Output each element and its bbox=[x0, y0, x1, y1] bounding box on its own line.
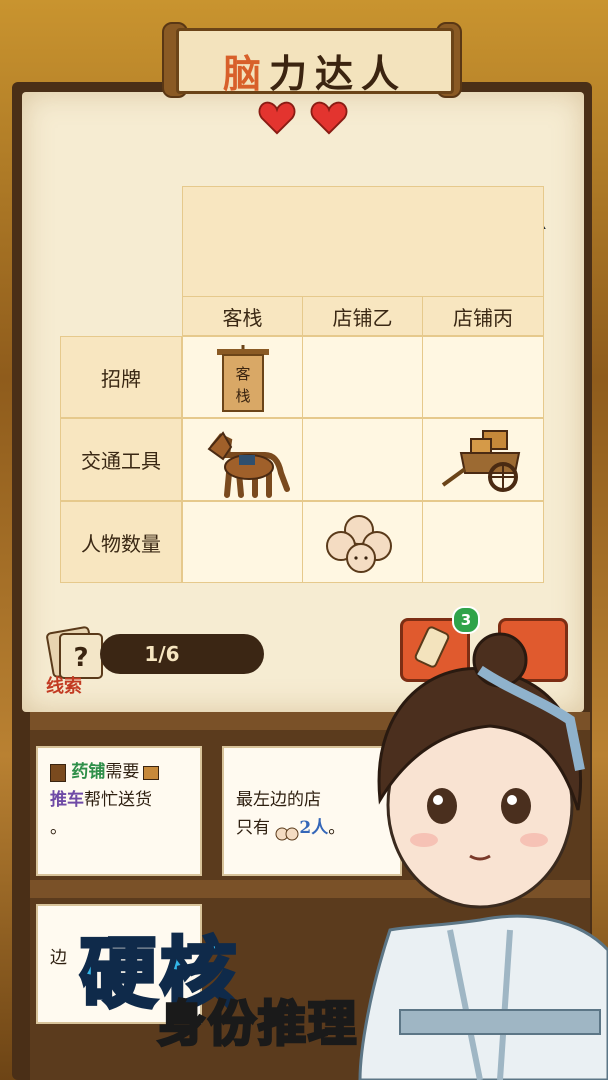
clue-text: 。 bbox=[50, 818, 67, 838]
clue-progress-bar: 1/6 bbox=[100, 634, 264, 674]
clue-progress-text: 1/6 bbox=[144, 642, 180, 666]
clue-keyword: 2人 bbox=[299, 818, 329, 838]
cart-icon bbox=[441, 430, 521, 492]
people-icon bbox=[275, 822, 299, 840]
clue-text: 帮忙送货 bbox=[84, 790, 152, 810]
column-header-shop-c: 店铺丙 bbox=[422, 296, 544, 336]
grid-cell[interactable] bbox=[182, 418, 303, 501]
title-rest: 力达人 bbox=[269, 51, 408, 96]
row-header-transport: 交通工具 bbox=[60, 418, 182, 501]
column-header-band bbox=[182, 186, 544, 296]
title-banner: 脑力达人 bbox=[162, 18, 462, 98]
character-portrait bbox=[358, 632, 608, 1080]
signboard-icon: 客 栈 bbox=[217, 345, 269, 412]
pharmacy-icon bbox=[50, 763, 66, 782]
svg-text:?: ? bbox=[73, 643, 88, 673]
heart-icon bbox=[310, 101, 348, 135]
grid-cell[interactable] bbox=[302, 336, 423, 418]
crate-icon bbox=[143, 765, 160, 780]
svg-text:栈: 栈 bbox=[235, 387, 250, 405]
clue-text: 边 bbox=[50, 948, 67, 968]
clue-label: 线索 bbox=[46, 676, 82, 697]
svg-text:客: 客 bbox=[235, 365, 250, 383]
grid-cell[interactable] bbox=[302, 501, 423, 583]
grid-cell[interactable] bbox=[182, 501, 303, 583]
clue-keyword: 推车 bbox=[50, 790, 84, 810]
heart-icon bbox=[258, 101, 296, 135]
grid-cell[interactable] bbox=[422, 501, 544, 583]
clue-text: 只有 bbox=[236, 818, 270, 838]
column-header-shop-b: 店铺乙 bbox=[302, 296, 423, 336]
row-header-people-count: 人物数量 bbox=[60, 501, 182, 583]
column-header-inn: 客栈 bbox=[182, 296, 303, 336]
crowd-icon bbox=[326, 515, 392, 573]
clue-keyword: 药铺 bbox=[71, 762, 106, 782]
grid-cell[interactable] bbox=[422, 418, 544, 501]
lives-hearts bbox=[258, 100, 354, 140]
row-header-signboard: 招牌 bbox=[60, 336, 182, 418]
grid-cell[interactable]: 客 栈 bbox=[182, 336, 303, 418]
horse-icon bbox=[207, 431, 290, 498]
clue-text: 最左边的店 bbox=[236, 790, 321, 810]
grid-cell[interactable] bbox=[302, 418, 423, 501]
clue-card[interactable]: 药铺需要 推车帮忙送货 。 bbox=[36, 746, 202, 876]
grid-cell[interactable] bbox=[422, 336, 544, 418]
title-first-char: 脑 bbox=[222, 51, 269, 96]
clue-text: 需要 bbox=[105, 762, 140, 782]
promo-subline: 身份推理 bbox=[156, 995, 359, 1054]
